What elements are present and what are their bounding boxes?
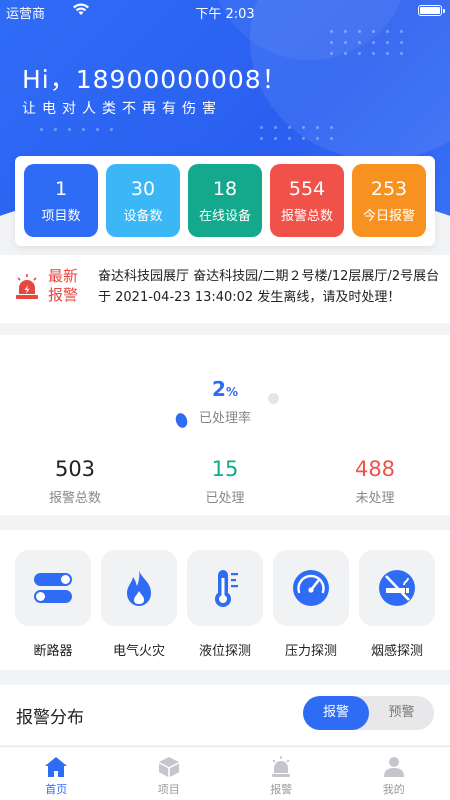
box-icon xyxy=(158,757,179,777)
stat-label: 设备数 xyxy=(123,209,163,224)
rate-value: 2% xyxy=(212,377,238,401)
category-label: 电气火灾 xyxy=(112,644,165,659)
category-label: 烟感探测 xyxy=(370,644,423,659)
summary-value: 503 xyxy=(54,457,96,481)
category-pressure-detection[interactable]: 压力探测 xyxy=(273,550,349,670)
user-icon xyxy=(383,757,404,777)
tab-label: 报警 xyxy=(270,783,293,796)
gauge-icon xyxy=(293,570,329,606)
category-icon-box xyxy=(187,550,263,626)
stat-value: 18 xyxy=(212,178,238,200)
alarm-summary: 503 报警总数 15 已处理 488 未处理 xyxy=(0,455,450,506)
tab-warning[interactable]: 预警 xyxy=(369,696,434,730)
stat-value: 30 xyxy=(130,178,156,200)
battery-icon xyxy=(418,5,445,16)
summary-value: 488 xyxy=(354,457,396,481)
stat-label: 在线设备 xyxy=(198,209,251,224)
category-icon-box xyxy=(101,550,177,626)
stat-total-alarms[interactable]: 554 报警总数 xyxy=(270,164,344,237)
notice-tag: 最新报警 xyxy=(48,267,79,304)
clock: 下午 2:03 xyxy=(195,7,255,22)
category-breaker[interactable]: 断路器 xyxy=(15,550,91,670)
alarm-icon xyxy=(272,756,291,777)
processing-rate-panel: 2% 已处理率 503 报警总数 15 已处理 488 未处理 xyxy=(0,335,450,515)
summary-processed[interactable]: 15 已处理 xyxy=(150,455,300,506)
distribution-toggle: 报警 预警 xyxy=(303,696,434,730)
home-icon xyxy=(45,757,68,777)
tab-projects[interactable]: 项目 xyxy=(113,747,226,800)
tab-alarm[interactable]: 报警 xyxy=(303,696,369,730)
breaker-switch-icon xyxy=(34,573,72,603)
device-categories: 断路器 电气火灾 液位探测 压力探测 烟感探测 xyxy=(0,530,450,670)
summary-total[interactable]: 503 报警总数 xyxy=(0,455,150,506)
category-smoke-detection[interactable]: 烟感探测 xyxy=(359,550,435,670)
alarm-distribution-panel: 报警分布 报警 预警 xyxy=(0,685,450,745)
stat-value: 253 xyxy=(370,178,408,200)
no-smoking-icon xyxy=(379,570,415,606)
decor-dots xyxy=(330,30,404,55)
fire-icon xyxy=(127,570,151,606)
tab-home[interactable]: 首页 xyxy=(0,747,113,800)
category-icon-box xyxy=(15,550,91,626)
stat-value: 1 xyxy=(54,178,68,200)
notice-message: 奋达科技园展厅 奋达科技园/二期２号楼/12层展厅/2号展台 于 2021-04… xyxy=(98,269,440,305)
category-electrical-fire[interactable]: 电气火灾 xyxy=(101,550,177,670)
summary-unprocessed[interactable]: 488 未处理 xyxy=(300,455,450,506)
stats-card: 1 项目数 30 设备数 18 在线设备 554 报警总数 253 今日报警 xyxy=(15,156,435,246)
tab-label: 我的 xyxy=(382,783,405,796)
stat-today-alarms[interactable]: 253 今日报警 xyxy=(352,164,426,237)
stat-label: 项目数 xyxy=(41,209,81,224)
summary-label: 已处理 xyxy=(205,491,245,506)
section-title: 报警分布 xyxy=(16,708,84,728)
category-label: 断路器 xyxy=(33,644,73,659)
category-icon-box xyxy=(273,550,349,626)
status-bar: 运营商 下午 2:03 xyxy=(0,0,450,22)
stat-label: 今日报警 xyxy=(362,209,415,224)
siren-icon xyxy=(16,274,38,299)
summary-label: 报警总数 xyxy=(48,491,101,506)
category-label: 压力探测 xyxy=(284,644,337,659)
stat-online-devices[interactable]: 18 在线设备 xyxy=(188,164,262,237)
category-label: 液位探测 xyxy=(198,644,251,659)
slogan-text: 让电对人类不再有伤害 xyxy=(22,101,222,117)
tab-alarms[interactable]: 报警 xyxy=(225,747,338,800)
summary-label: 未处理 xyxy=(355,491,395,506)
stat-projects[interactable]: 1 项目数 xyxy=(24,164,98,237)
rate-label: 已处理率 xyxy=(198,411,251,426)
tab-label: 项目 xyxy=(157,783,180,796)
tab-profile[interactable]: 我的 xyxy=(338,747,450,800)
greeting-text: Hi，18900000008！ xyxy=(22,65,288,94)
summary-value: 15 xyxy=(211,457,239,481)
category-icon-box xyxy=(359,550,435,626)
decor-dots xyxy=(40,128,114,131)
bottom-tab-bar: 首页 项目 报警 我的 xyxy=(0,746,450,800)
stat-value: 554 xyxy=(288,178,326,200)
latest-alarm-notice[interactable]: 最新报警 奋达科技园展厅 奋达科技园/二期２号楼/12层展厅/2号展台 于 20… xyxy=(0,255,450,323)
category-level-detection[interactable]: 液位探测 xyxy=(187,550,263,670)
decor-dots xyxy=(260,126,334,140)
stat-devices[interactable]: 30 设备数 xyxy=(106,164,180,237)
stat-label: 报警总数 xyxy=(280,209,333,224)
thermometer-icon xyxy=(215,570,238,607)
tab-label: 首页 xyxy=(45,783,68,796)
